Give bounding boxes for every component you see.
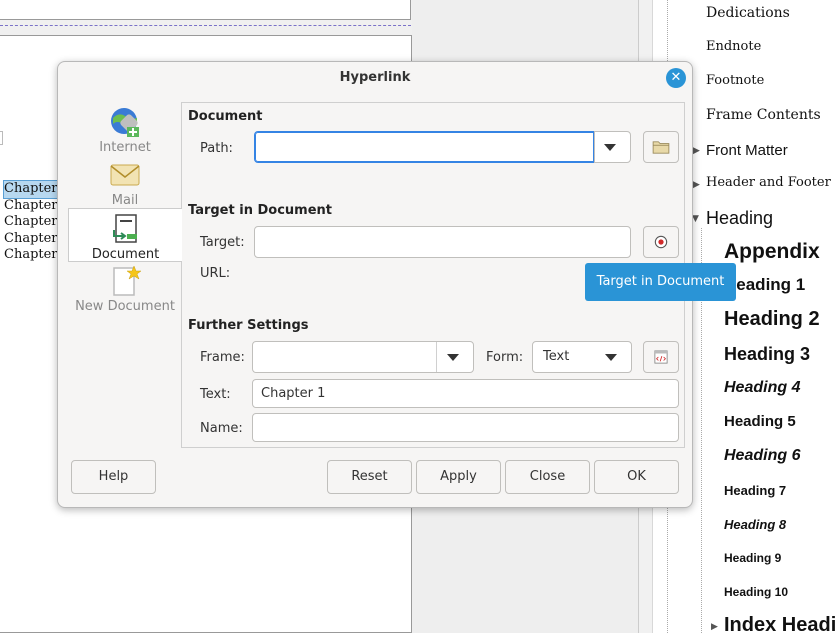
further-settings-title: Further Settings: [188, 318, 309, 333]
frame-select[interactable]: [252, 341, 474, 373]
style-subitem[interactable]: Index Headi: [724, 614, 836, 633]
style-item[interactable]: Dedications: [706, 5, 790, 21]
tab-document-label: Document: [91, 247, 160, 262]
tab-mail-label: Mail: [111, 193, 139, 208]
apply-button[interactable]: Apply: [416, 460, 501, 494]
reset-button[interactable]: Reset: [327, 460, 412, 494]
ok-button[interactable]: OK: [594, 460, 679, 494]
style-subitem[interactable]: Heading 3: [724, 344, 810, 365]
expand-arrow-icon[interactable]: ▶: [711, 622, 718, 632]
collapse-arrow-icon[interactable]: ▼: [692, 214, 699, 224]
style-subitem[interactable]: Heading 10: [724, 585, 788, 599]
hyperlink-type-sidebar: Internet Mail Document New Document: [68, 102, 182, 448]
document-section-title: Document: [188, 109, 263, 124]
url-label: URL:: [200, 266, 231, 281]
dialog-title: Hyperlink: [339, 70, 411, 85]
style-subitem[interactable]: Heading 1: [724, 275, 805, 295]
close-button[interactable]: Close: [505, 460, 590, 494]
tab-mail[interactable]: Mail: [68, 155, 182, 209]
open-file-button[interactable]: [643, 131, 679, 163]
chevron-down-icon: [605, 354, 617, 361]
path-label: Path:: [200, 141, 233, 156]
style-subitem[interactable]: Heading 7: [724, 483, 786, 498]
macro-icon: [654, 350, 668, 364]
chevron-down-icon: [447, 354, 459, 361]
style-item[interactable]: Endnote: [706, 39, 761, 54]
style-subitem[interactable]: Heading 6: [724, 447, 800, 465]
previous-page: [0, 0, 411, 20]
help-button[interactable]: Help: [71, 460, 156, 494]
form-select-value: Text: [543, 349, 570, 364]
expand-arrow-icon[interactable]: ▶: [693, 146, 700, 156]
events-button[interactable]: [643, 341, 679, 373]
style-subitem[interactable]: Heading 2: [724, 308, 820, 331]
target-label: Target:: [200, 235, 245, 250]
new-document-icon: [113, 265, 141, 296]
style-item[interactable]: Frame Contents: [706, 107, 821, 123]
style-subitem[interactable]: Heading 4: [724, 379, 800, 397]
target-icon: [654, 235, 668, 249]
tab-internet-label: Internet: [99, 140, 151, 155]
globe-link-icon: [111, 108, 139, 137]
style-item[interactable]: Heading: [706, 208, 773, 229]
form-label: Form:: [486, 350, 524, 365]
close-icon[interactable]: ✕: [666, 68, 686, 88]
style-subitem[interactable]: Heading 9: [724, 551, 781, 565]
chevron-down-icon: [604, 144, 616, 151]
name-input[interactable]: [252, 413, 679, 442]
form-select[interactable]: Text: [532, 341, 632, 373]
path-dropdown-button[interactable]: [594, 131, 631, 163]
text-boundary-mark: [0, 131, 3, 145]
tab-new-document[interactable]: New Document: [68, 261, 182, 315]
target-in-document-button[interactable]: [643, 226, 679, 258]
name-label: Name:: [200, 421, 243, 436]
tab-internet[interactable]: Internet: [68, 102, 182, 156]
envelope-icon: [110, 164, 140, 186]
style-subitem[interactable]: Appendix: [724, 240, 820, 264]
path-input[interactable]: [254, 131, 595, 163]
style-item[interactable]: Footnote: [706, 73, 764, 88]
text-label: Text:: [200, 387, 231, 402]
style-item[interactable]: Header and Footer: [706, 175, 831, 190]
combo-separator: [436, 342, 437, 372]
expand-arrow-icon[interactable]: ▶: [693, 180, 700, 190]
frame-label: Frame:: [200, 350, 245, 365]
target-section-title: Target in Document: [188, 203, 332, 218]
folder-icon: [652, 141, 670, 154]
style-subitem[interactable]: Heading 8: [724, 517, 786, 532]
style-item[interactable]: Front Matter: [706, 142, 788, 159]
tooltip: Target in Document: [585, 263, 736, 301]
target-input[interactable]: [254, 226, 631, 258]
style-subitem[interactable]: Heading 5: [724, 413, 796, 430]
text-input[interactable]: Chapter 1: [252, 379, 679, 408]
tab-document[interactable]: Document: [68, 208, 182, 262]
tab-new-document-label: New Document: [75, 299, 175, 314]
document-link-icon: [112, 214, 137, 243]
page-break-line: [0, 25, 411, 26]
